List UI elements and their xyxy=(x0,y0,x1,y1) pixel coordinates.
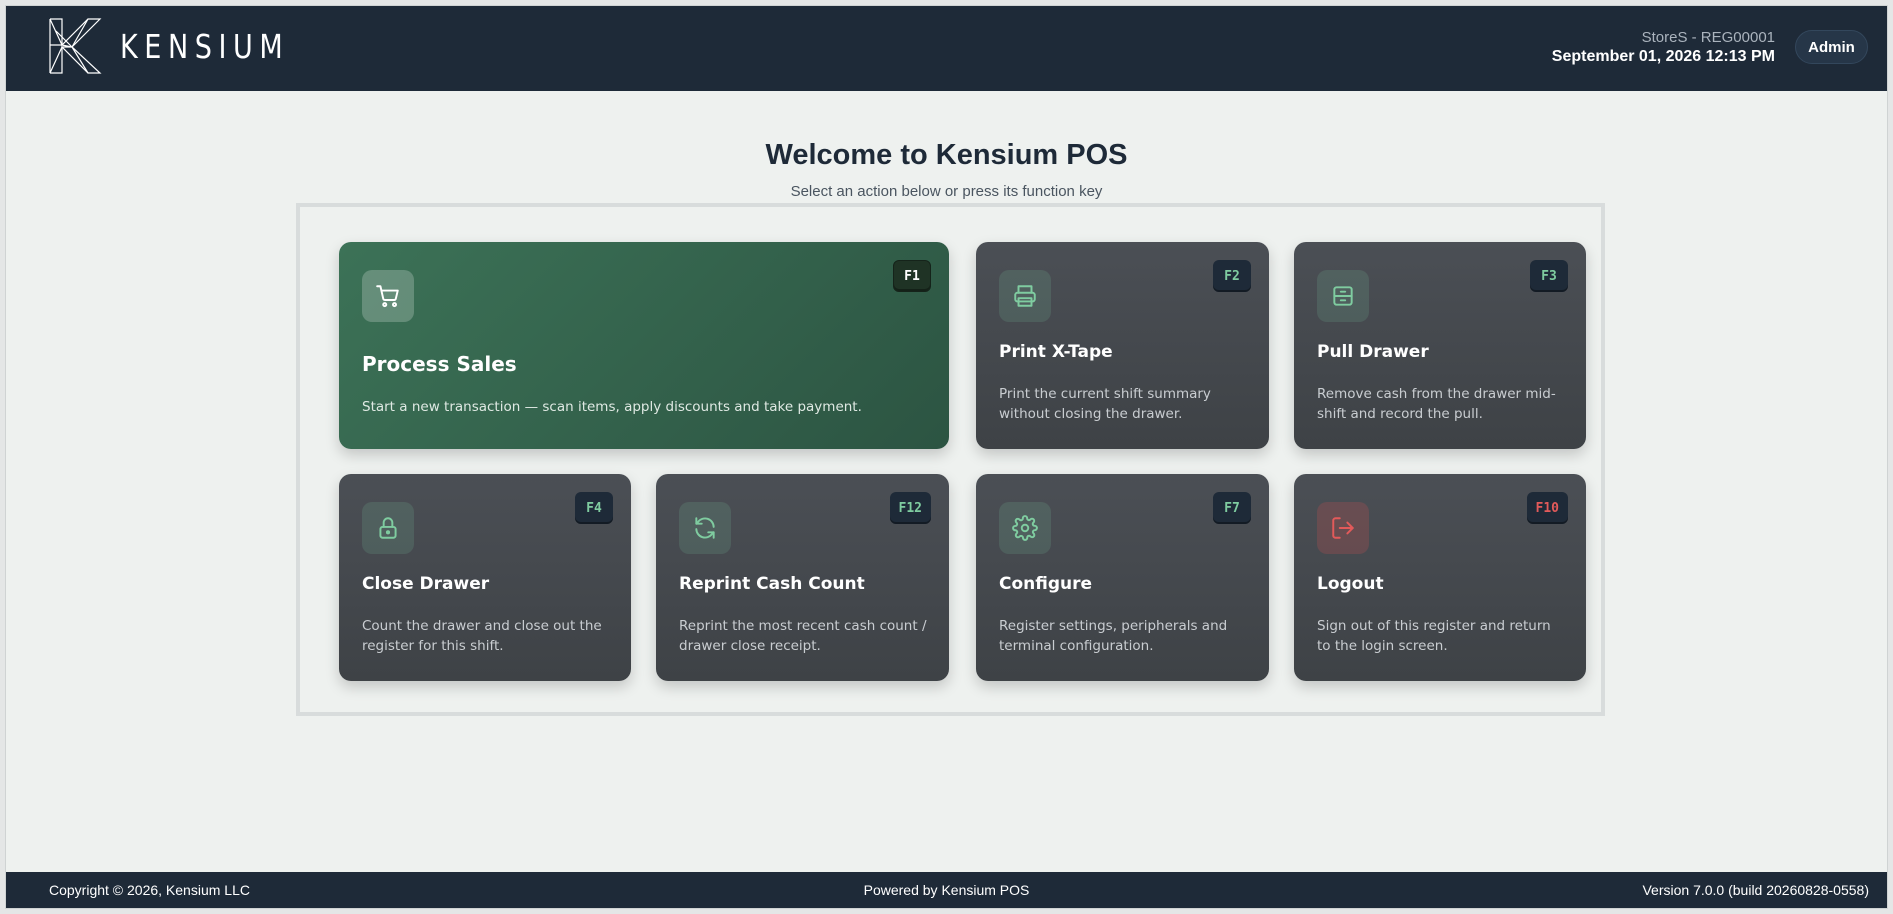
card-description: Sign out of this register and return to … xyxy=(1317,618,1551,654)
card-description: Start a new transaction — scan items, ap… xyxy=(362,399,862,415)
card-title: Print X-Tape xyxy=(999,342,1113,362)
card-title: Pull Drawer xyxy=(1317,342,1429,362)
kensium-logo-icon xyxy=(49,18,102,74)
current-datetime: September 01, 2026 12:13 PM xyxy=(1551,48,1775,65)
store-register-id: StoreS - REG00001 xyxy=(1641,29,1775,46)
logout-card[interactable]: F10 Logout Sign out of this register and… xyxy=(1294,474,1586,681)
top-header: KENSIUM StoreS - REG00001 September 01, … xyxy=(6,6,1887,91)
card-description: Register settings, peripherals and termi… xyxy=(999,618,1228,654)
logout-icon xyxy=(1317,502,1369,554)
function-key-badge: F10 xyxy=(1526,492,1568,524)
page-subtitle: Select an action below or press its func… xyxy=(790,183,1103,200)
reprint-cash-count-card[interactable]: F12 Reprint Cash Count Reprint the most … xyxy=(656,474,949,681)
brand-name: KENSIUM xyxy=(120,26,290,66)
card-description: Reprint the most recent cash count / dra… xyxy=(679,618,927,654)
page-footer: Copyright © 2026, Kensium LLC Powered by… xyxy=(6,872,1887,908)
card-title: Close Drawer xyxy=(362,574,490,594)
drawer-icon xyxy=(1317,270,1369,322)
lock-icon xyxy=(362,502,414,554)
function-key-badge: F4 xyxy=(575,492,613,524)
brand-logo: KENSIUM xyxy=(48,17,326,75)
card-description: Print the current shift summary without … xyxy=(999,386,1211,422)
version-text: Version 7.0.0 (build 20260828-0558) xyxy=(1642,882,1869,898)
shopping-cart-icon xyxy=(362,270,414,322)
actions-panel: F1 Process Sales Start a new transaction… xyxy=(296,203,1605,716)
user-menu-button[interactable]: Admin xyxy=(1795,30,1868,64)
print-x-tape-card[interactable]: F2 Print X-Tape Print the current shift … xyxy=(976,242,1269,449)
function-key-badge: F1 xyxy=(893,260,931,292)
store-info: StoreS - REG00001 September 01, 2026 12:… xyxy=(1552,28,1775,67)
printer-icon xyxy=(999,270,1051,322)
close-drawer-card[interactable]: F4 Close Drawer Count the drawer and clo… xyxy=(339,474,631,681)
card-title: Logout xyxy=(1317,574,1384,594)
function-key-badge: F3 xyxy=(1530,260,1568,292)
card-description: Remove cash from the drawer mid-shift an… xyxy=(1317,386,1556,422)
function-key-badge: F12 xyxy=(889,492,931,524)
process-sales-card[interactable]: F1 Process Sales Start a new transaction… xyxy=(339,242,949,449)
card-title: Reprint Cash Count xyxy=(679,574,865,594)
powered-by-text: Powered by Kensium POS xyxy=(863,882,1030,898)
function-key-badge: F7 xyxy=(1213,492,1251,524)
card-description: Count the drawer and close out the regis… xyxy=(362,618,602,654)
refresh-icon xyxy=(679,502,731,554)
page-title: Welcome to Kensium POS xyxy=(765,139,1128,171)
card-title: Process Sales xyxy=(362,352,517,376)
card-title: Configure xyxy=(999,574,1093,594)
pull-drawer-card[interactable]: F3 Pull Drawer Remove cash from the draw… xyxy=(1294,242,1586,449)
app-window: KENSIUM StoreS - REG00001 September 01, … xyxy=(5,5,1888,909)
gear-icon xyxy=(999,502,1051,554)
configure-card[interactable]: F7 Configure Register settings, peripher… xyxy=(976,474,1269,681)
function-key-badge: F2 xyxy=(1213,260,1251,292)
